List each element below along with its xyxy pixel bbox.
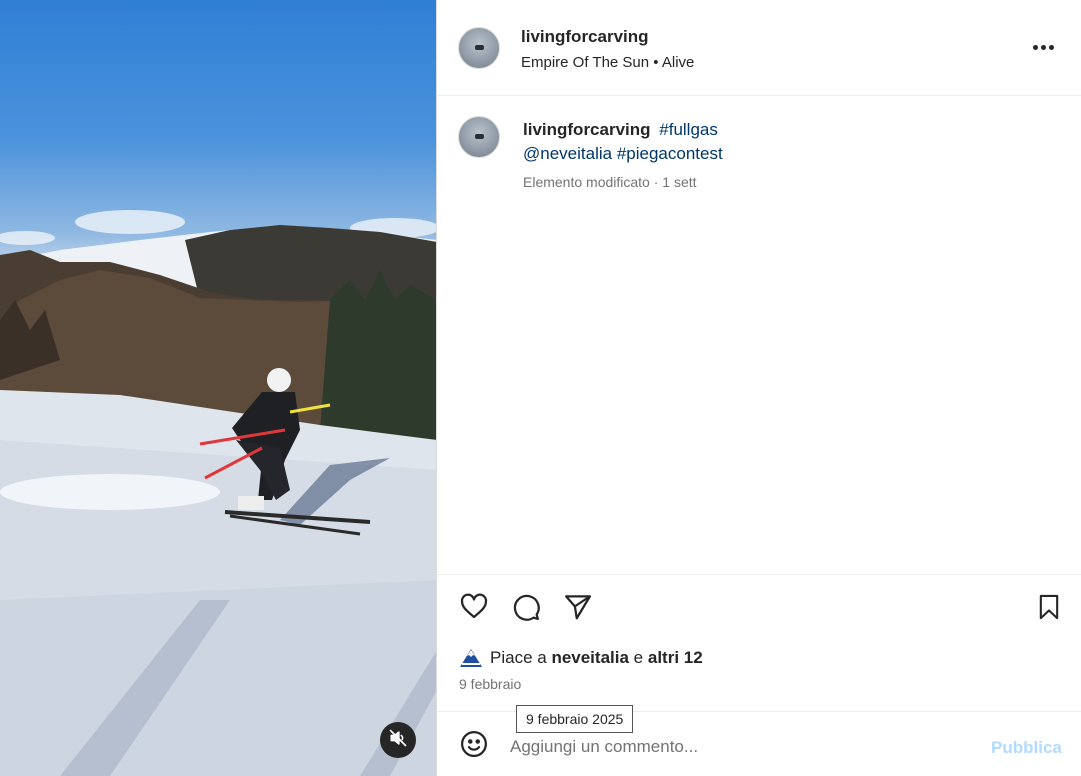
author-avatar[interactable] xyxy=(458,27,500,69)
save-button[interactable] xyxy=(1032,592,1066,626)
ski-scene-image xyxy=(0,210,437,776)
post-caption: livingforcarving #fullgas @neveitalia #p… xyxy=(523,118,1043,166)
emoji-button[interactable] xyxy=(457,729,491,763)
publish-button[interactable]: Pubblica xyxy=(991,738,1062,758)
smiley-icon xyxy=(459,729,489,764)
neveitalia-avatar[interactable] xyxy=(459,646,483,670)
more-dot xyxy=(1049,44,1054,50)
likes-summary: Piace a neveitalia e altri 12 xyxy=(459,646,703,670)
likes-conjunction: e xyxy=(633,648,644,667)
bookmark-icon xyxy=(1035,592,1063,627)
heart-icon xyxy=(459,592,489,627)
comment-icon xyxy=(511,592,541,627)
post-media[interactable] xyxy=(0,0,437,776)
post-header: livingforcarving Empire Of The Sun • Ali… xyxy=(437,0,1081,96)
caption-avatar[interactable] xyxy=(458,116,500,158)
liker-username[interactable]: neveitalia xyxy=(551,648,629,668)
more-horizontal-icon xyxy=(1033,44,1038,50)
more-options-button[interactable] xyxy=(1033,36,1059,58)
post-panel: livingforcarving Empire Of The Sun • Ali… xyxy=(437,0,1081,776)
share-button[interactable] xyxy=(561,592,595,626)
likes-others-link[interactable]: altri 12 xyxy=(648,648,703,668)
like-button[interactable] xyxy=(457,592,491,626)
caption-meta: Elemento modificato · 1 sett xyxy=(523,174,697,190)
mention-neveitalia[interactable]: @neveitalia xyxy=(523,144,612,163)
comment-button[interactable] xyxy=(509,592,543,626)
speaker-muted-icon xyxy=(388,728,408,753)
post-date[interactable]: 9 febbraio xyxy=(459,676,521,692)
actions-divider xyxy=(437,574,1081,575)
audio-track[interactable]: Empire Of The Sun • Alive xyxy=(521,54,694,71)
more-dot xyxy=(1041,44,1046,50)
author-username[interactable]: livingforcarving xyxy=(521,27,649,47)
hashtag-fullgas[interactable]: #fullgas xyxy=(659,120,718,139)
comment-input[interactable] xyxy=(510,732,970,762)
mute-button[interactable] xyxy=(380,722,416,758)
likes-prefix: Piace a xyxy=(490,648,547,667)
hashtag-piegacontest[interactable]: #piegacontest xyxy=(617,144,723,163)
paper-plane-icon xyxy=(563,592,593,627)
caption-username[interactable]: livingforcarving xyxy=(523,120,651,139)
date-tooltip: 9 febbraio 2025 xyxy=(516,705,634,733)
